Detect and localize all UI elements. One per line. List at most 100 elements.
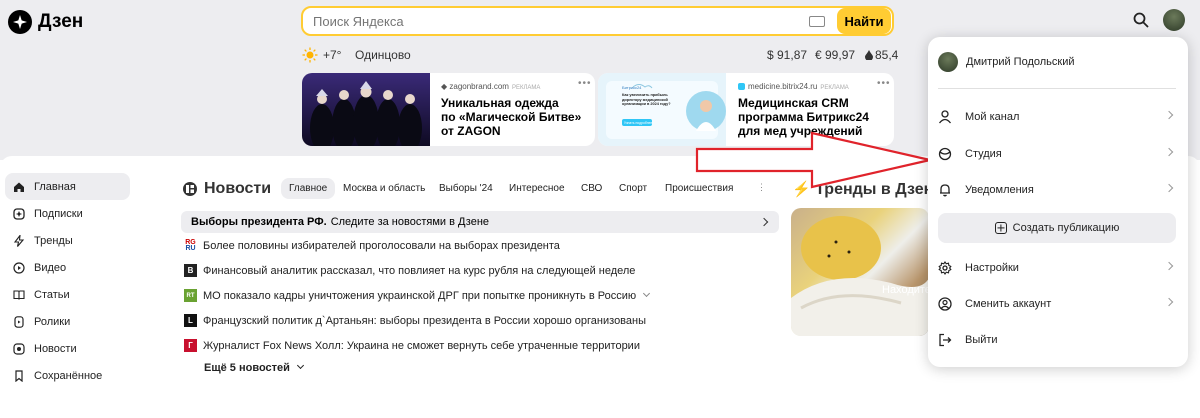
sidebar-item-subscriptions[interactable]: Подписки xyxy=(5,200,130,227)
menu-item-logout[interactable]: Выйти xyxy=(938,329,1176,351)
b-icon: B xyxy=(184,264,197,277)
chevron-down-icon[interactable] xyxy=(643,289,651,298)
search-bar: Найти xyxy=(301,6,894,36)
ad-title-line: программа Битрикс24 xyxy=(738,110,869,124)
news-item[interactable]: Г Журналист Fox News Холл: Украина не см… xyxy=(184,339,640,352)
chevron-right-icon xyxy=(1164,297,1174,307)
chevron-right-icon xyxy=(759,217,769,227)
ad-title-line: для мед учреждений xyxy=(738,124,863,138)
news-item[interactable]: RG RU Более половины избирателей проголос… xyxy=(184,239,560,252)
sidebar-item-saved[interactable]: Сохранённое xyxy=(5,362,130,389)
search-input[interactable] xyxy=(303,9,809,33)
divider xyxy=(938,88,1176,89)
user-name: Дмитрий Подольский xyxy=(966,56,1075,68)
logout-icon xyxy=(939,333,952,347)
video-icon xyxy=(13,261,25,274)
rg-icon: RG RU xyxy=(184,238,197,252)
trend-image-illustration xyxy=(791,216,929,336)
elections-banner[interactable]: Выборы президента РФ. Следите за новостя… xyxy=(181,211,779,233)
sidebar-item-news[interactable]: Новости xyxy=(5,335,130,362)
dropdown-user[interactable]: Дмитрий Подольский xyxy=(938,52,1075,72)
menu-item-label: Студия xyxy=(965,148,1002,160)
menu-item-label: Сменить аккаунт xyxy=(965,298,1052,310)
search-icon[interactable] xyxy=(1133,12,1149,28)
menu-item-label: Уведомления xyxy=(965,184,1034,196)
avatar xyxy=(938,52,958,72)
news-title-text: Новости xyxy=(204,180,272,197)
ad-label: РЕКЛАМА xyxy=(820,85,849,91)
chevron-down-icon xyxy=(296,361,305,370)
chevron-right-icon xyxy=(1164,261,1174,271)
chevron-right-icon xyxy=(1164,183,1174,193)
bookmark-icon xyxy=(15,369,23,382)
tab-incidents[interactable]: Происшествия xyxy=(657,178,741,199)
menu-item-studio[interactable]: Студия xyxy=(938,143,1176,165)
sidebar-item-shorts[interactable]: Ролики xyxy=(5,308,130,335)
news-item[interactable]: B Финансовый аналитик рассказал, что пов… xyxy=(184,264,635,277)
ad-source: medicine.bitrix24.ru РЕКЛАМА xyxy=(738,82,849,91)
more-options-icon[interactable]: ••• xyxy=(877,78,891,89)
news-logo-icon xyxy=(183,182,197,196)
news-item-text: Журналист Fox News Холл: Украина не смож… xyxy=(203,339,640,352)
menu-item-label: Настройки xyxy=(965,262,1019,274)
person-icon xyxy=(938,110,952,124)
news-item[interactable]: RT МО показало кадры уничтожения украинс… xyxy=(184,289,651,302)
sidebar-item-label: Ролики xyxy=(34,315,71,328)
ad-title-line: Медицинская CRM xyxy=(738,96,849,110)
oil-drop-icon xyxy=(865,50,873,60)
rt-icon: RT xyxy=(184,289,197,302)
sidebar-item-video[interactable]: Видео xyxy=(5,254,130,281)
switch-account-icon xyxy=(938,297,952,311)
gear-icon xyxy=(938,261,952,275)
sidebar-item-home[interactable]: Главная xyxy=(5,173,130,200)
oil-price[interactable]: 85,4 xyxy=(875,48,898,62)
banner-bold: Выборы президента РФ. xyxy=(191,216,327,228)
tab-elections[interactable]: Выборы '24 xyxy=(431,178,501,199)
ad-card[interactable]: ◆ zagonbrand.com РЕКЛАМА Уникальная одежд… xyxy=(302,73,595,146)
t-icon: Г xyxy=(184,339,197,352)
trend-card-text: Находите xyxy=(882,284,931,296)
tab-moscow[interactable]: Москва и область xyxy=(335,178,433,199)
sidebar-item-articles[interactable]: Статьи xyxy=(5,281,130,308)
sidebar-item-label: Новости xyxy=(34,342,77,355)
ad-source-domain: medicine.bitrix24.ru xyxy=(748,82,818,91)
usd-rate[interactable]: $ 91,87 xyxy=(767,48,807,62)
menu-item-label: Мой канал xyxy=(965,111,1020,123)
ad-title-line: по «Магической Битве» xyxy=(441,110,582,124)
ad-image-brand: Битрикс24 xyxy=(622,85,642,90)
trends-title[interactable]: ⚡ Тренды в Дзене xyxy=(792,180,942,199)
search-button[interactable]: Найти xyxy=(837,8,891,34)
menu-item-switch-account[interactable]: Сменить аккаунт xyxy=(938,293,1176,315)
tab-sport[interactable]: Спорт xyxy=(611,178,655,199)
lightning-icon: ⚡ xyxy=(792,181,811,198)
sidebar-item-trends[interactable]: Тренды xyxy=(5,227,130,254)
more-tabs-icon[interactable]: ⋮ xyxy=(757,182,767,193)
ad-title-line: от ZAGON xyxy=(441,124,501,138)
create-publication-button[interactable]: Создать публикацию xyxy=(938,213,1176,243)
ad-card[interactable]: Битрикс24 Как увеличить прибыль директор… xyxy=(598,73,894,146)
tab-main[interactable]: Главное xyxy=(281,178,336,199)
lightning-icon xyxy=(13,234,25,247)
tab-interesting[interactable]: Интересное xyxy=(501,178,573,199)
keyboard-icon[interactable] xyxy=(809,15,825,27)
weather-temp[interactable]: +7° xyxy=(323,48,341,62)
trends-title-text: Тренды в Дзене xyxy=(815,181,943,198)
more-options-icon[interactable]: ••• xyxy=(578,78,592,89)
trend-card-image[interactable] xyxy=(791,208,929,336)
banner-text: Следите за новостями в Дзене xyxy=(330,216,490,228)
tab-svo[interactable]: СВО xyxy=(573,178,610,199)
logo-text: Дзен xyxy=(38,11,84,32)
news-item[interactable]: L Французский политик д`Артаньян: выборы… xyxy=(184,314,646,327)
user-avatar[interactable] xyxy=(1163,9,1185,31)
menu-item-settings[interactable]: Настройки xyxy=(938,257,1176,279)
sidebar-item-label: Видео xyxy=(34,261,67,274)
ad-source-dot xyxy=(738,83,745,91)
dzen-logo[interactable]: Дзен xyxy=(8,10,83,34)
menu-item-notifications[interactable]: Уведомления xyxy=(938,179,1176,201)
news-section-title[interactable]: Новости xyxy=(182,180,271,198)
more-news-button[interactable]: Ещё 5 новостей xyxy=(204,361,305,374)
weather-location[interactable]: Одинцово xyxy=(355,48,411,62)
more-news-label: Ещё 5 новостей xyxy=(204,362,290,374)
menu-item-my-channel[interactable]: Мой канал xyxy=(938,106,1176,128)
eur-rate[interactable]: € 99,97 xyxy=(815,48,855,62)
